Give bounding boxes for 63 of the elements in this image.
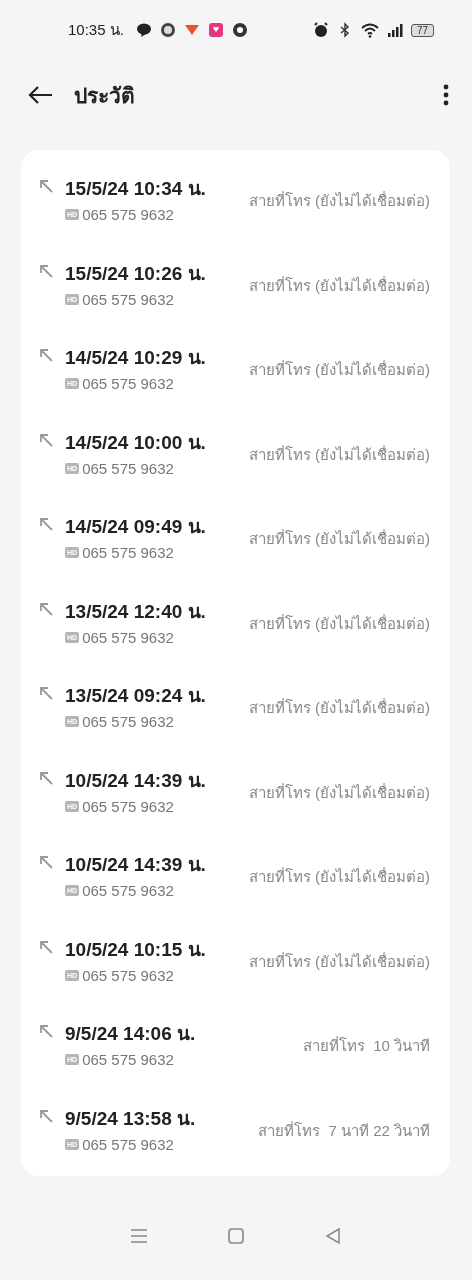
outgoing-call-icon [39, 770, 53, 785]
status-time: 10:35 น. [68, 20, 124, 40]
phone-number: 065 575 9632 [82, 206, 174, 224]
call-status: สายที่โทร (ยังไม่ได้เชื่อมต่อ) [248, 951, 430, 972]
call-date: 9/5/24 13:58 น. [65, 1106, 197, 1131]
outgoing-call-icon [39, 263, 53, 278]
phone-number: 065 575 9632 [82, 628, 174, 646]
chat-bubble-icon [135, 22, 152, 38]
call-date: 14/5/24 09:49 น. [65, 515, 207, 540]
call-date: 10/5/24 14:39 น. [65, 768, 207, 793]
call-status: สายที่โทร 10 วินาที [302, 1035, 430, 1057]
outgoing-call-icon [39, 1108, 53, 1123]
call-date: 14/5/24 10:00 น. [65, 430, 207, 455]
phone-number: 065 575 9632 [82, 459, 174, 477]
phone-number: 065 575 9632 [82, 290, 174, 308]
call-status: สายที่โทร (ยังไม่ได้เชื่อมต่อ) [248, 613, 430, 634]
phone-number: 065 575 9632 [82, 1135, 174, 1153]
outgoing-call-icon [39, 855, 53, 869]
battery-indicator: 77 [410, 23, 434, 37]
outgoing-call-icon [39, 348, 53, 362]
more-options-icon[interactable] [442, 83, 450, 107]
phone-number: 065 575 9632 [82, 882, 174, 900]
app-icon [159, 22, 176, 38]
call-date: 13/5/24 12:40 น. [65, 599, 207, 624]
signal-icon [386, 22, 403, 38]
phone-number: 065 575 9632 [82, 544, 174, 562]
browser-icon [231, 22, 248, 38]
outgoing-call-icon [39, 179, 53, 193]
outgoing-call-icon [39, 601, 53, 616]
phone-number: 065 575 9632 [82, 797, 174, 815]
phone-number: 065 575 9632 [82, 1051, 174, 1069]
home-icon[interactable] [227, 1227, 245, 1245]
back-arrow-icon[interactable] [28, 85, 54, 105]
page-title: ประวัติ [74, 82, 136, 109]
phone-number: 065 575 9632 [82, 375, 174, 393]
call-date: 14/5/24 10:29 น. [65, 346, 207, 371]
phone-number: 065 575 9632 [82, 713, 174, 731]
wifi-icon [360, 22, 379, 38]
call-status: สายที่โทร (ยังไม่ได้เชื่อมต่อ) [248, 190, 430, 212]
call-status: สายที่โทร (ยังไม่ได้เชื่อมต่อ) [248, 866, 430, 888]
menu-icon[interactable] [129, 1228, 148, 1244]
call-status: สายที่โทร (ยังไม่ได้เชื่อมต่อ) [248, 782, 430, 803]
call-status: สายที่โทร (ยังไม่ได้เชื่อมต่อ) [248, 444, 430, 465]
outgoing-call-icon [39, 1024, 53, 1038]
call-status: สายที่โทร (ยังไม่ได้เชื่อมต่อ) [248, 275, 430, 296]
back-icon[interactable] [324, 1227, 343, 1245]
outgoing-call-icon [39, 686, 53, 700]
call-status: สายที่โทร (ยังไม่ได้เชื่อมต่อ) [248, 359, 430, 381]
call-date: 15/5/24 10:26 น. [65, 261, 207, 286]
call-status: สายที่โทร (ยังไม่ได้เชื่อมต่อ) [248, 697, 430, 719]
outgoing-call-icon [39, 432, 53, 447]
call-status: สายที่โทร 7 นาที 22 วินาที [258, 1120, 430, 1141]
phone-number: 065 575 9632 [82, 966, 174, 984]
alarm-icon [312, 22, 329, 38]
call-date: 10/5/24 14:39 น. [65, 853, 207, 878]
call-date: 13/5/24 09:24 น. [65, 684, 207, 709]
call-status: สายที่โทร (ยังไม่ได้เชื่อมต่อ) [248, 528, 430, 550]
outgoing-call-icon [39, 517, 53, 531]
call-date: 9/5/24 14:06 น. [65, 1022, 197, 1047]
app-icon [207, 22, 224, 38]
call-date: 10/5/24 10:15 น. [65, 937, 207, 962]
call-date: 15/5/24 10:34 น. [65, 177, 207, 202]
outgoing-call-icon [39, 939, 53, 954]
